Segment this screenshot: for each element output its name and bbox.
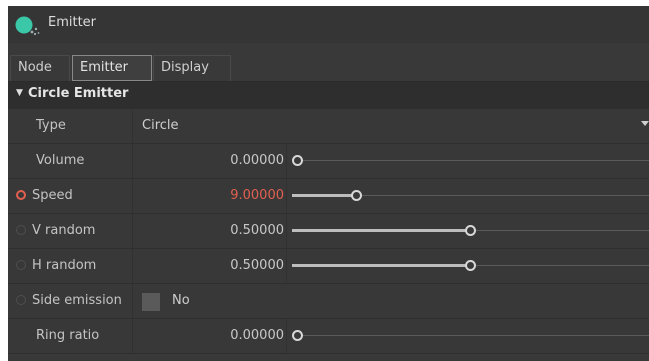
dropdown-arrow-icon: [641, 121, 649, 126]
keyframe-dot-icon[interactable]: [16, 295, 26, 305]
volume-slider-track[interactable]: [292, 160, 649, 161]
side-emission-value: No: [172, 293, 190, 308]
v-random-slider-fill: [292, 229, 471, 232]
column-divider: [286, 214, 287, 248]
column-divider: [132, 319, 133, 353]
ring-ratio-slider-handle[interactable]: [292, 330, 303, 341]
tab-display[interactable]: Display: [153, 55, 231, 81]
v-random-value[interactable]: 0.50000: [230, 223, 284, 238]
side-emission-checkbox[interactable]: [142, 293, 160, 311]
h-random-slider-fill: [292, 264, 471, 267]
side-emission-label: Side emission: [32, 293, 122, 308]
row-v-random: V random 0.50000: [8, 214, 649, 249]
column-divider: [132, 144, 133, 178]
h-random-slider-handle[interactable]: [465, 260, 476, 271]
volume-value[interactable]: 0.00000: [230, 153, 284, 168]
v-random-label: V random: [32, 223, 96, 238]
panel-title: Emitter: [48, 15, 97, 30]
column-divider: [132, 284, 133, 318]
column-divider: [132, 249, 133, 283]
column-divider: [286, 249, 287, 283]
row-h-random: H random 0.50000: [8, 249, 649, 284]
type-label: Type: [36, 118, 66, 133]
row-volume: Volume 0.00000: [8, 144, 649, 179]
section-title: Circle Emitter: [28, 86, 129, 101]
section-header-circle-emitter[interactable]: ▼ Circle Emitter: [8, 82, 649, 109]
row-ring-ratio: Ring ratio 0.00000: [8, 319, 649, 354]
row-speed: Speed 9.00000: [8, 179, 649, 214]
tab-emitter[interactable]: Emitter: [72, 55, 152, 81]
h-random-value[interactable]: 0.50000: [230, 258, 284, 273]
keyframe-dot-icon[interactable]: [16, 225, 26, 235]
h-random-label: H random: [32, 258, 97, 273]
animated-keyframe-icon[interactable]: [16, 190, 26, 200]
column-divider: [286, 179, 287, 213]
column-divider: [286, 319, 287, 353]
emitter-node-icon: [15, 16, 40, 36]
volume-label: Volume: [36, 153, 85, 168]
emitter-panel: Emitter Node Emitter Display ▼ Circle Em…: [8, 6, 649, 361]
ring-ratio-slider-track[interactable]: [292, 335, 649, 336]
speed-slider-fill: [292, 194, 356, 197]
type-dropdown[interactable]: Circle: [133, 109, 649, 143]
speed-label: Speed: [32, 188, 73, 203]
ring-ratio-value[interactable]: 0.00000: [230, 328, 284, 343]
speed-value[interactable]: 9.00000: [230, 188, 284, 203]
volume-slider-handle[interactable]: [292, 155, 303, 166]
tab-node[interactable]: Node: [10, 55, 70, 81]
keyframe-dot-icon[interactable]: [16, 260, 26, 270]
panel-header: Emitter: [8, 6, 649, 43]
collapse-arrow-icon: ▼: [16, 88, 23, 98]
ring-ratio-label: Ring ratio: [36, 328, 100, 343]
column-divider: [132, 179, 133, 213]
column-divider: [286, 144, 287, 178]
v-random-slider-handle[interactable]: [465, 225, 476, 236]
type-dropdown-value: Circle: [142, 118, 179, 133]
column-divider: [132, 214, 133, 248]
speed-slider-handle[interactable]: [351, 190, 362, 201]
row-type: Type Circle: [8, 109, 649, 144]
tab-bar: Node Emitter Display: [8, 43, 649, 82]
row-side-emission: Side emission No: [8, 284, 649, 319]
